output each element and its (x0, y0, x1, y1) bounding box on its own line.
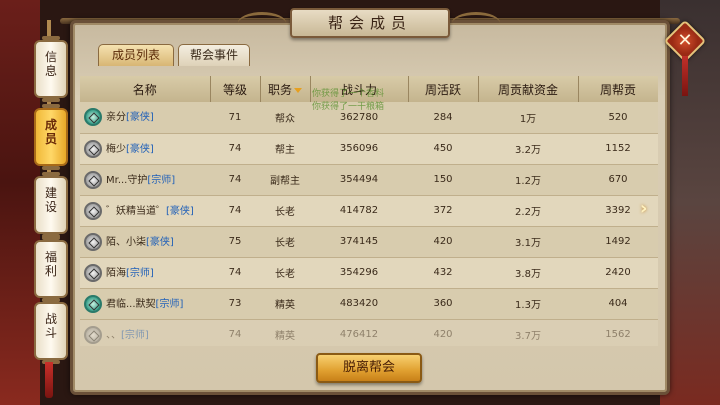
header-level[interactable]: 等级 (210, 76, 261, 102)
side-tab-info[interactable]: 信息 (34, 36, 68, 102)
header-name[interactable]: 名称 (80, 76, 211, 102)
table-row[interactable]: 陌海[宗师] 74 长老 354296 432 3.8万 2420 (80, 257, 658, 289)
rank-badge-icon (84, 170, 102, 189)
header-contribution[interactable]: 周帮贡 (578, 76, 658, 102)
table-row[interactable]: 君临...默契[宗师] 73 精英 483420 360 1.3万 404 (80, 288, 658, 320)
header-role[interactable]: 职务 (260, 76, 311, 102)
table-row[interactable]: ゛妖精当道゜[豪侠] 74 长老 414782 372 2.2万 3392 (80, 195, 658, 227)
sort-down-icon (294, 87, 302, 93)
side-tab-battle[interactable]: 战斗 (34, 298, 68, 364)
rank-badge-icon (84, 201, 102, 220)
table-row[interactable]: 陌、小柒[豪侠] 75 长老 374145 420 3.1万 1492 (80, 226, 658, 258)
side-tab-build[interactable]: 建设 (34, 172, 68, 238)
rank-badge-icon (84, 139, 102, 158)
side-tab-welfare[interactable]: 福利 (34, 236, 68, 302)
table-row[interactable]: Mr...守护[宗师] 74 副帮主 354494 150 1.2万 670 (80, 164, 658, 196)
header-funds[interactable]: 周贡献资金 (478, 76, 579, 102)
item-gain-notice: 你获得了一个香料 你获得了一干粮箱 (312, 89, 385, 112)
leave-guild-button[interactable]: 脱离帮会 (316, 353, 422, 383)
window-title: 帮会成员 (290, 8, 450, 38)
rank-badge-icon (84, 325, 102, 344)
side-tab-members[interactable]: 成员 (34, 104, 68, 170)
rank-badge-icon (84, 108, 102, 127)
title-ornament-right (452, 12, 500, 34)
side-tassel (45, 362, 53, 398)
rank-badge-icon (84, 232, 102, 251)
chevron-right-icon[interactable]: › (640, 198, 656, 220)
members-table: 名称 等级 职务 战斗力 周活跃 周贡献资金 周帮贡 亲分[豪侠] 71 帮众 … (80, 76, 658, 346)
table-row[interactable]: 、、[宗师] 74 精英 476412 420 3.7万 1562 (80, 319, 658, 346)
tab-member-list[interactable]: 成员列表 (98, 44, 174, 66)
close-tassel (682, 56, 688, 96)
header-activity[interactable]: 周活跃 (408, 76, 479, 102)
table-row[interactable]: 梅少[豪侠] 74 帮主 356096 450 3.2万 1152 (80, 133, 658, 165)
rank-badge-icon (84, 263, 102, 282)
tab-guild-events[interactable]: 帮会事件 (178, 44, 250, 66)
rank-badge-icon (84, 294, 102, 313)
close-icon: ✕ (677, 30, 693, 51)
title-ornament-left (238, 12, 286, 34)
